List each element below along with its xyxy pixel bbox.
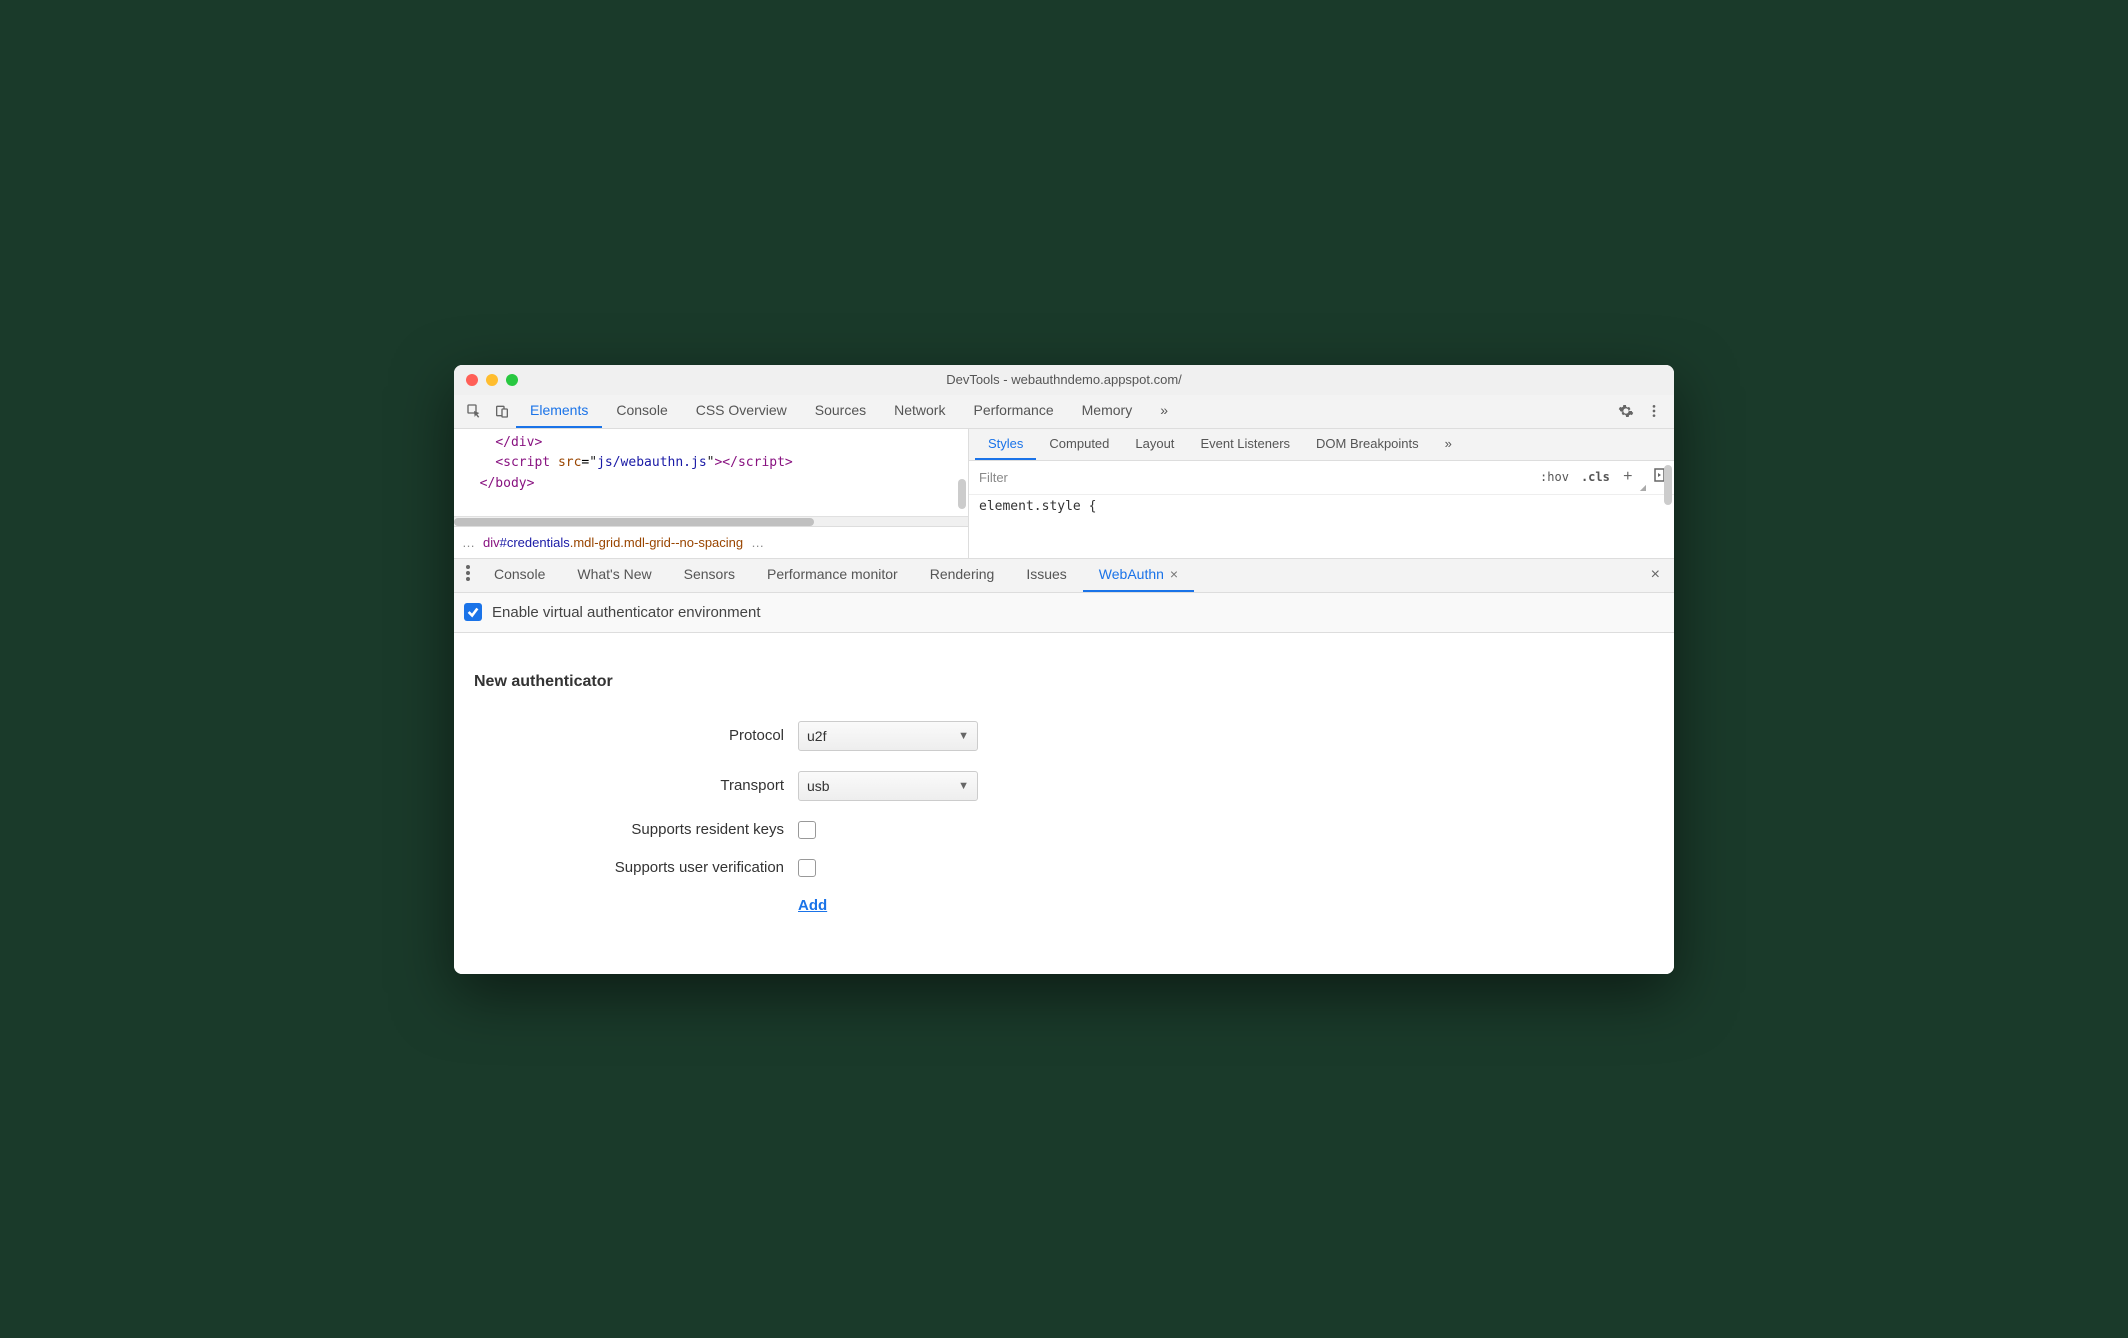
titlebar: DevTools - webauthndemo.appspot.com/ — [454, 365, 1674, 395]
code-line[interactable]: <script src="js/webauthn.js"></script> — [464, 453, 958, 474]
styles-scrollbar[interactable] — [1664, 465, 1672, 505]
maximize-window-button[interactable] — [506, 374, 518, 386]
styles-sub-tabs: Styles Computed Layout Event Listeners D… — [969, 429, 1674, 461]
code-line[interactable]: </div> — [464, 433, 958, 454]
drawer-tab-sensors[interactable]: Sensors — [668, 558, 751, 592]
element-style-rule[interactable]: element.style { — [969, 495, 1674, 518]
kebab-menu-icon[interactable] — [1640, 397, 1668, 425]
horizontal-scrollbar[interactable] — [454, 516, 968, 526]
breadcrumb-right-ellipsis[interactable]: … — [751, 535, 764, 550]
main-tabs: Elements Console CSS Overview Sources Ne… — [454, 395, 1674, 429]
drawer-tab-rendering[interactable]: Rendering — [914, 558, 1011, 592]
devtools-window: DevTools - webauthndemo.appspot.com/ Ele… — [454, 365, 1674, 974]
caret-down-icon: ▼ — [958, 780, 969, 792]
breadcrumb-left-ellipsis[interactable]: … — [462, 535, 475, 550]
styles-pane: Styles Computed Layout Event Listeners D… — [969, 429, 1674, 558]
user-verification-label: Supports user verification — [474, 859, 784, 876]
style-corner-icon: ◢ — [1640, 483, 1650, 492]
user-verification-checkbox[interactable] — [798, 859, 816, 877]
drawer-tab-webauthn[interactable]: WebAuthn× — [1083, 558, 1194, 592]
drawer-tab-perf-monitor[interactable]: Performance monitor — [751, 558, 914, 592]
drawer-kebab-icon[interactable] — [458, 565, 478, 586]
close-tab-icon[interactable]: × — [1170, 566, 1178, 582]
close-window-button[interactable] — [466, 374, 478, 386]
styles-filter-row: :hov .cls + ◢ — [969, 461, 1674, 495]
more-subtabs-button[interactable]: » — [1432, 428, 1465, 460]
tab-console[interactable]: Console — [602, 394, 681, 428]
cls-button[interactable]: .cls — [1575, 470, 1616, 484]
new-authenticator-title: New authenticator — [474, 673, 1654, 691]
transport-label: Transport — [474, 777, 784, 794]
close-drawer-button[interactable]: × — [1641, 566, 1670, 584]
add-button[interactable]: Add — [798, 897, 1654, 914]
tab-network[interactable]: Network — [880, 394, 959, 428]
transport-select[interactable]: usb▼ — [798, 771, 978, 801]
gear-icon[interactable] — [1612, 397, 1640, 425]
enable-label: Enable virtual authenticator environment — [492, 604, 761, 621]
tab-sources[interactable]: Sources — [801, 394, 880, 428]
tab-memory[interactable]: Memory — [1068, 394, 1147, 428]
breadcrumb[interactable]: … div#credentials.mdl-grid.mdl-grid--no-… — [454, 526, 968, 558]
vertical-scrollbar[interactable] — [958, 479, 966, 509]
protocol-label: Protocol — [474, 727, 784, 744]
protocol-select[interactable]: u2f▼ — [798, 721, 978, 751]
split-panes: </div> <script src="js/webauthn.js"></sc… — [454, 429, 1674, 559]
webauthn-content: New authenticator Protocol u2f▼ Transpor… — [454, 633, 1674, 974]
inspect-icon[interactable] — [460, 397, 488, 425]
elements-pane: </div> <script src="js/webauthn.js"></sc… — [454, 429, 969, 558]
window-title: DevTools - webauthndemo.appspot.com/ — [454, 372, 1674, 387]
subtab-layout[interactable]: Layout — [1122, 428, 1187, 460]
breadcrumb-item[interactable]: div#credentials.mdl-grid.mdl-grid--no-sp… — [483, 535, 743, 550]
subtab-styles[interactable]: Styles — [975, 428, 1036, 460]
tab-elements[interactable]: Elements — [516, 394, 602, 428]
enable-checkbox[interactable] — [464, 603, 482, 621]
drawer-tab-whatsnew[interactable]: What's New — [561, 558, 667, 592]
dom-tree[interactable]: </div> <script src="js/webauthn.js"></sc… — [454, 429, 968, 526]
code-line[interactable]: </body> — [464, 474, 958, 495]
more-tabs-button[interactable]: » — [1146, 394, 1182, 428]
drawer-tab-console[interactable]: Console — [478, 558, 561, 592]
device-toggle-icon[interactable] — [488, 397, 516, 425]
resident-keys-checkbox[interactable] — [798, 821, 816, 839]
subtab-event-listeners[interactable]: Event Listeners — [1187, 428, 1303, 460]
styles-filter-input[interactable] — [969, 461, 1534, 494]
drawer-tab-issues[interactable]: Issues — [1010, 558, 1082, 592]
tab-css-overview[interactable]: CSS Overview — [682, 394, 801, 428]
drawer-tabs: Console What's New Sensors Performance m… — [454, 559, 1674, 593]
tab-performance[interactable]: Performance — [959, 394, 1067, 428]
enable-row: Enable virtual authenticator environment — [454, 593, 1674, 633]
traffic-lights — [466, 374, 518, 386]
caret-down-icon: ▼ — [958, 730, 969, 742]
hov-button[interactable]: :hov — [1534, 470, 1575, 484]
new-style-button[interactable]: + — [1616, 468, 1640, 486]
minimize-window-button[interactable] — [486, 374, 498, 386]
resident-keys-label: Supports resident keys — [474, 821, 784, 838]
subtab-computed[interactable]: Computed — [1036, 428, 1122, 460]
subtab-dom-breakpoints[interactable]: DOM Breakpoints — [1303, 428, 1432, 460]
